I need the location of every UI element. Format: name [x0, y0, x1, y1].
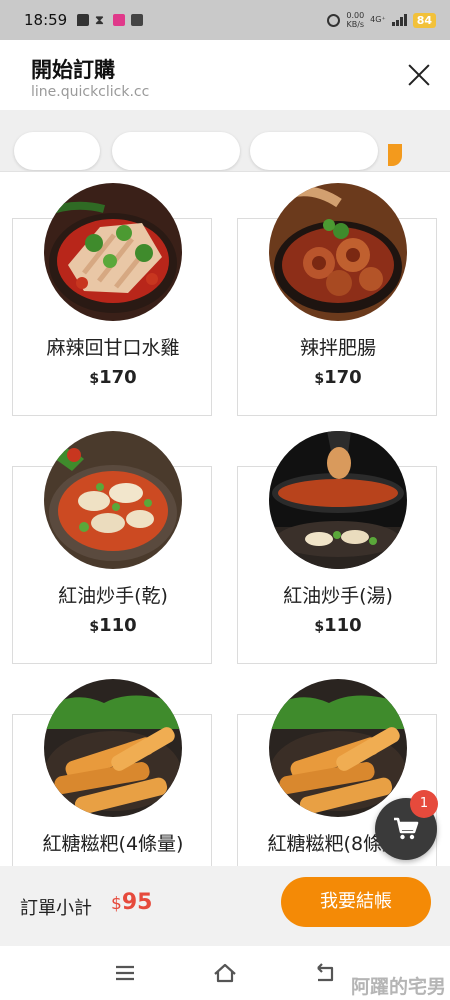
- dish-price: $170: [238, 367, 438, 388]
- order-bar: 訂單小計 $95 我要結帳: [0, 866, 450, 946]
- dish-name: 辣拌肥腸: [299, 337, 376, 359]
- back-icon[interactable]: [312, 960, 338, 986]
- dish-image: [269, 183, 407, 321]
- status-time: 18:59: [24, 11, 68, 29]
- dish-name: 紅油炒手(湯): [283, 585, 393, 607]
- watermark: 阿躍的宅男: [350, 976, 446, 998]
- subtotal-label: 訂單小計: [20, 898, 92, 919]
- page-url: line.quickclick.cc: [31, 84, 150, 100]
- currency-symbol: $: [89, 371, 100, 387]
- dish-name: 紅糖糍粑(4條量): [42, 833, 184, 855]
- signal-icon: [391, 14, 407, 26]
- currency-symbol: $: [111, 894, 122, 914]
- cart-badge: 1: [410, 790, 438, 818]
- sigma-icon: ⧗: [95, 13, 104, 27]
- header: 開始訂購 line.quickclick.cc: [0, 40, 450, 110]
- category-tab-3[interactable]: [250, 132, 378, 170]
- currency-symbol: $: [89, 619, 100, 635]
- network-type: 4G⁺: [370, 15, 386, 24]
- dish-name: 紅油炒手(乾): [58, 585, 168, 607]
- net-speed-unit: KB/s: [346, 20, 365, 29]
- dish-image: [269, 431, 407, 569]
- net-speed: 0.00 KB/s: [346, 11, 364, 29]
- chat-icon: [77, 14, 90, 26]
- menu-grid: 麻辣回甘口水雞 $170 辣拌肥腸 $170 紅油炒手(乾) $110 紅油炒手…: [0, 172, 450, 866]
- status-bar: 18:59 ⧗ 0.00 KB/s 4G⁺ 84: [0, 0, 450, 40]
- category-tab-1[interactable]: [14, 132, 100, 170]
- dish-image: [44, 679, 182, 817]
- cart-icon: [394, 817, 419, 840]
- dish-image: [44, 431, 182, 569]
- price-value: 170: [324, 367, 362, 388]
- close-icon[interactable]: [406, 62, 432, 88]
- price-value: 110: [324, 615, 362, 636]
- dish-image: [44, 183, 182, 321]
- page-title: 開始訂購: [31, 58, 115, 82]
- menu-item-card[interactable]: 紅糖糍粑(4條量) $: [12, 679, 212, 866]
- price-value: 110: [99, 615, 137, 636]
- subtotal-amount: $95: [111, 890, 152, 915]
- notification-icons: ⧗: [77, 13, 144, 27]
- dish-price: $170: [13, 367, 213, 388]
- menu-icon[interactable]: [112, 960, 138, 986]
- home-icon[interactable]: [212, 960, 238, 986]
- dish-name: 麻辣回甘口水雞: [46, 337, 180, 359]
- menu-item-card[interactable]: 辣拌肥腸 $170: [237, 183, 438, 416]
- currency-symbol: $: [314, 619, 325, 635]
- subtotal-value: 95: [121, 890, 153, 915]
- square-app-icon: [131, 14, 144, 26]
- menu-item-card[interactable]: 麻辣回甘口水雞 $170: [12, 183, 213, 416]
- dish-price: $110: [238, 615, 438, 636]
- alarm-icon: [327, 13, 341, 27]
- category-tab-active-indicator: [388, 144, 402, 166]
- category-tabs: [0, 110, 450, 172]
- dish-price: $110: [13, 615, 213, 636]
- checkout-button[interactable]: 我要結帳: [281, 877, 431, 927]
- currency-symbol: $: [314, 371, 325, 387]
- status-right: 0.00 KB/s 4G⁺ 84: [327, 11, 436, 29]
- net-speed-value: 0.00: [346, 11, 365, 20]
- dish-image: [269, 679, 407, 817]
- battery-icon: 84: [412, 12, 436, 28]
- category-tab-2[interactable]: [112, 132, 240, 170]
- price-value: 170: [99, 367, 137, 388]
- menu-item-card[interactable]: 紅油炒手(乾) $110: [12, 431, 213, 664]
- app-notification-icon: [113, 14, 126, 26]
- menu-item-card[interactable]: 紅油炒手(湯) $110: [237, 431, 438, 664]
